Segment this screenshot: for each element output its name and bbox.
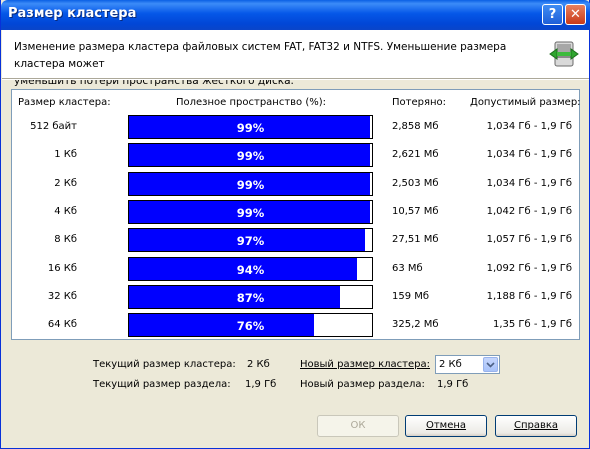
usable-space-percent: 76% bbox=[236, 319, 265, 334]
table-row: 8 Кб 97% 27,51 Мб 1,057 Гб - 1,9 Гб bbox=[12, 228, 579, 254]
allowed-size-cell: 1,188 Гб - 1,9 Гб bbox=[486, 290, 572, 302]
allowed-size-cell: 1,034 Гб - 1,9 Гб bbox=[486, 177, 572, 189]
table-row: 1 Кб 99% 2,621 Мб 1,034 Гб - 1,9 Гб bbox=[12, 143, 579, 169]
cluster-size-dialog: Размер кластера ? ✕ Изменение размера кл… bbox=[0, 0, 590, 449]
cluster-size-cell: 64 Кб bbox=[47, 319, 77, 331]
header-line-1: Изменение размера кластера файловых сист… bbox=[14, 41, 507, 70]
new-cluster-select[interactable]: 2 Кб bbox=[435, 355, 500, 374]
allowed-size-cell: 1,057 Гб - 1,9 Гб bbox=[486, 234, 572, 246]
usable-space-bar: 99% bbox=[128, 115, 373, 139]
lost-space-cell: 2,621 Мб bbox=[392, 149, 439, 161]
usable-space-bar: 76% bbox=[128, 313, 373, 338]
lost-space-cell: 10,57 Мб bbox=[392, 205, 439, 217]
new-cluster-label: Новый размер кластера: bbox=[300, 359, 430, 370]
chevron-down-icon[interactable] bbox=[483, 357, 498, 372]
lost-space-cell: 325,2 Мб bbox=[392, 319, 439, 331]
table-row: 16 Кб 94% 63 Мб 1,092 Гб - 1,9 Гб bbox=[12, 256, 579, 283]
lost-space-cell: 159 Мб bbox=[392, 290, 430, 302]
usable-space-bar: 99% bbox=[128, 171, 373, 196]
title-bar[interactable]: Размер кластера ? ✕ bbox=[1, 0, 590, 30]
window-title: Размер кластера bbox=[8, 6, 137, 21]
usable-space-percent: 87% bbox=[236, 290, 265, 305]
table-row: 512 байт 99% 2,858 Мб 1,034 Гб - 1,9 Гб bbox=[12, 115, 579, 141]
usable-space-bar: 97% bbox=[128, 228, 373, 253]
cancel-button-label: Отмена bbox=[425, 420, 467, 431]
current-cluster-label: Текущий размер кластера: bbox=[93, 359, 236, 370]
table-row: 4 Кб 99% 10,57 Мб 1,042 Гб - 1,9 Гб bbox=[12, 199, 579, 226]
column-header-size: Размер кластера: bbox=[18, 97, 111, 108]
new-partition-label: Новый размер раздела: bbox=[300, 379, 425, 390]
help-title-button[interactable]: ? bbox=[542, 4, 563, 25]
cluster-size-cell: 4 Кб bbox=[54, 205, 77, 217]
allowed-size-cell: 1,034 Гб - 1,9 Гб bbox=[486, 149, 572, 161]
column-header-lost: Потеряно: bbox=[392, 97, 447, 108]
allowed-size-cell: 1,35 Гб - 1,9 Гб bbox=[492, 319, 572, 331]
cluster-table: Размер кластера: Полезное пространство (… bbox=[11, 89, 581, 340]
help-button[interactable]: Справка bbox=[495, 415, 577, 437]
table-row: 64 Кб 76% 325,2 Мб 1,35 Гб - 1,9 Гб bbox=[12, 313, 579, 339]
allowed-size-cell: 1,092 Гб - 1,9 Гб bbox=[486, 262, 572, 274]
lost-space-cell: 2,858 Мб bbox=[392, 121, 439, 132]
usable-space-percent: 99% bbox=[236, 121, 265, 135]
header-panel: Изменение размера кластера файловых сист… bbox=[2, 30, 589, 87]
ok-button[interactable]: ОК bbox=[317, 415, 399, 437]
allowed-size-cell: 1,034 Гб - 1,9 Гб bbox=[486, 121, 572, 132]
usable-space-percent: 99% bbox=[236, 149, 265, 164]
close-button[interactable]: ✕ bbox=[565, 4, 586, 25]
table-row: 32 Кб 87% 159 Мб 1,188 Гб - 1,9 Гб bbox=[12, 284, 579, 311]
allowed-size-cell: 1,042 Гб - 1,9 Гб bbox=[486, 205, 572, 217]
usable-space-percent: 99% bbox=[236, 177, 265, 192]
usable-space-bar: 94% bbox=[128, 256, 373, 281]
usable-space-percent: 99% bbox=[236, 205, 265, 220]
usable-space-percent: 97% bbox=[236, 234, 265, 249]
new-partition-value: 1,9 Гб bbox=[437, 379, 469, 390]
column-header-usable: Полезное пространство (%): bbox=[176, 97, 327, 108]
current-cluster-value: 2 Кб bbox=[247, 359, 270, 370]
table-row: 2 Кб 99% 2,503 Мб 1,034 Гб - 1,9 Гб bbox=[12, 171, 579, 198]
current-partition-value: 1,9 Гб bbox=[245, 379, 277, 390]
cluster-size-cell: 32 Кб bbox=[47, 290, 77, 302]
lost-space-cell: 2,503 Мб bbox=[392, 177, 439, 189]
header-line-2: уменьшить потери пространства жесткого д… bbox=[14, 75, 294, 87]
current-partition-label: Текущий размер раздела: bbox=[93, 379, 231, 390]
cluster-size-cell: 512 байт bbox=[30, 121, 77, 132]
new-cluster-value: 2 Кб bbox=[439, 359, 462, 370]
cancel-button[interactable]: Отмена bbox=[405, 415, 487, 437]
column-header-range: Допустимый размер: bbox=[470, 97, 581, 108]
close-icon: ✕ bbox=[570, 7, 581, 22]
lost-space-cell: 27,51 Мб bbox=[392, 234, 439, 246]
header-description: Изменение размера кластера файловых сист… bbox=[14, 39, 534, 90]
lost-space-cell: 63 Мб bbox=[392, 262, 423, 274]
usable-space-bar: 99% bbox=[128, 199, 373, 224]
usable-space-bar: 87% bbox=[128, 284, 373, 309]
cluster-size-cell: 16 Кб bbox=[47, 262, 77, 274]
cluster-size-cell: 8 Кб bbox=[54, 234, 77, 246]
usable-space-percent: 94% bbox=[236, 262, 265, 277]
cluster-size-cell: 1 Кб bbox=[54, 149, 77, 161]
help-button-label: Справка bbox=[513, 420, 559, 431]
header-divider bbox=[2, 78, 589, 80]
disk-resize-icon bbox=[549, 41, 579, 67]
cluster-size-cell: 2 Кб bbox=[54, 177, 77, 189]
usable-space-bar: 99% bbox=[128, 143, 373, 168]
